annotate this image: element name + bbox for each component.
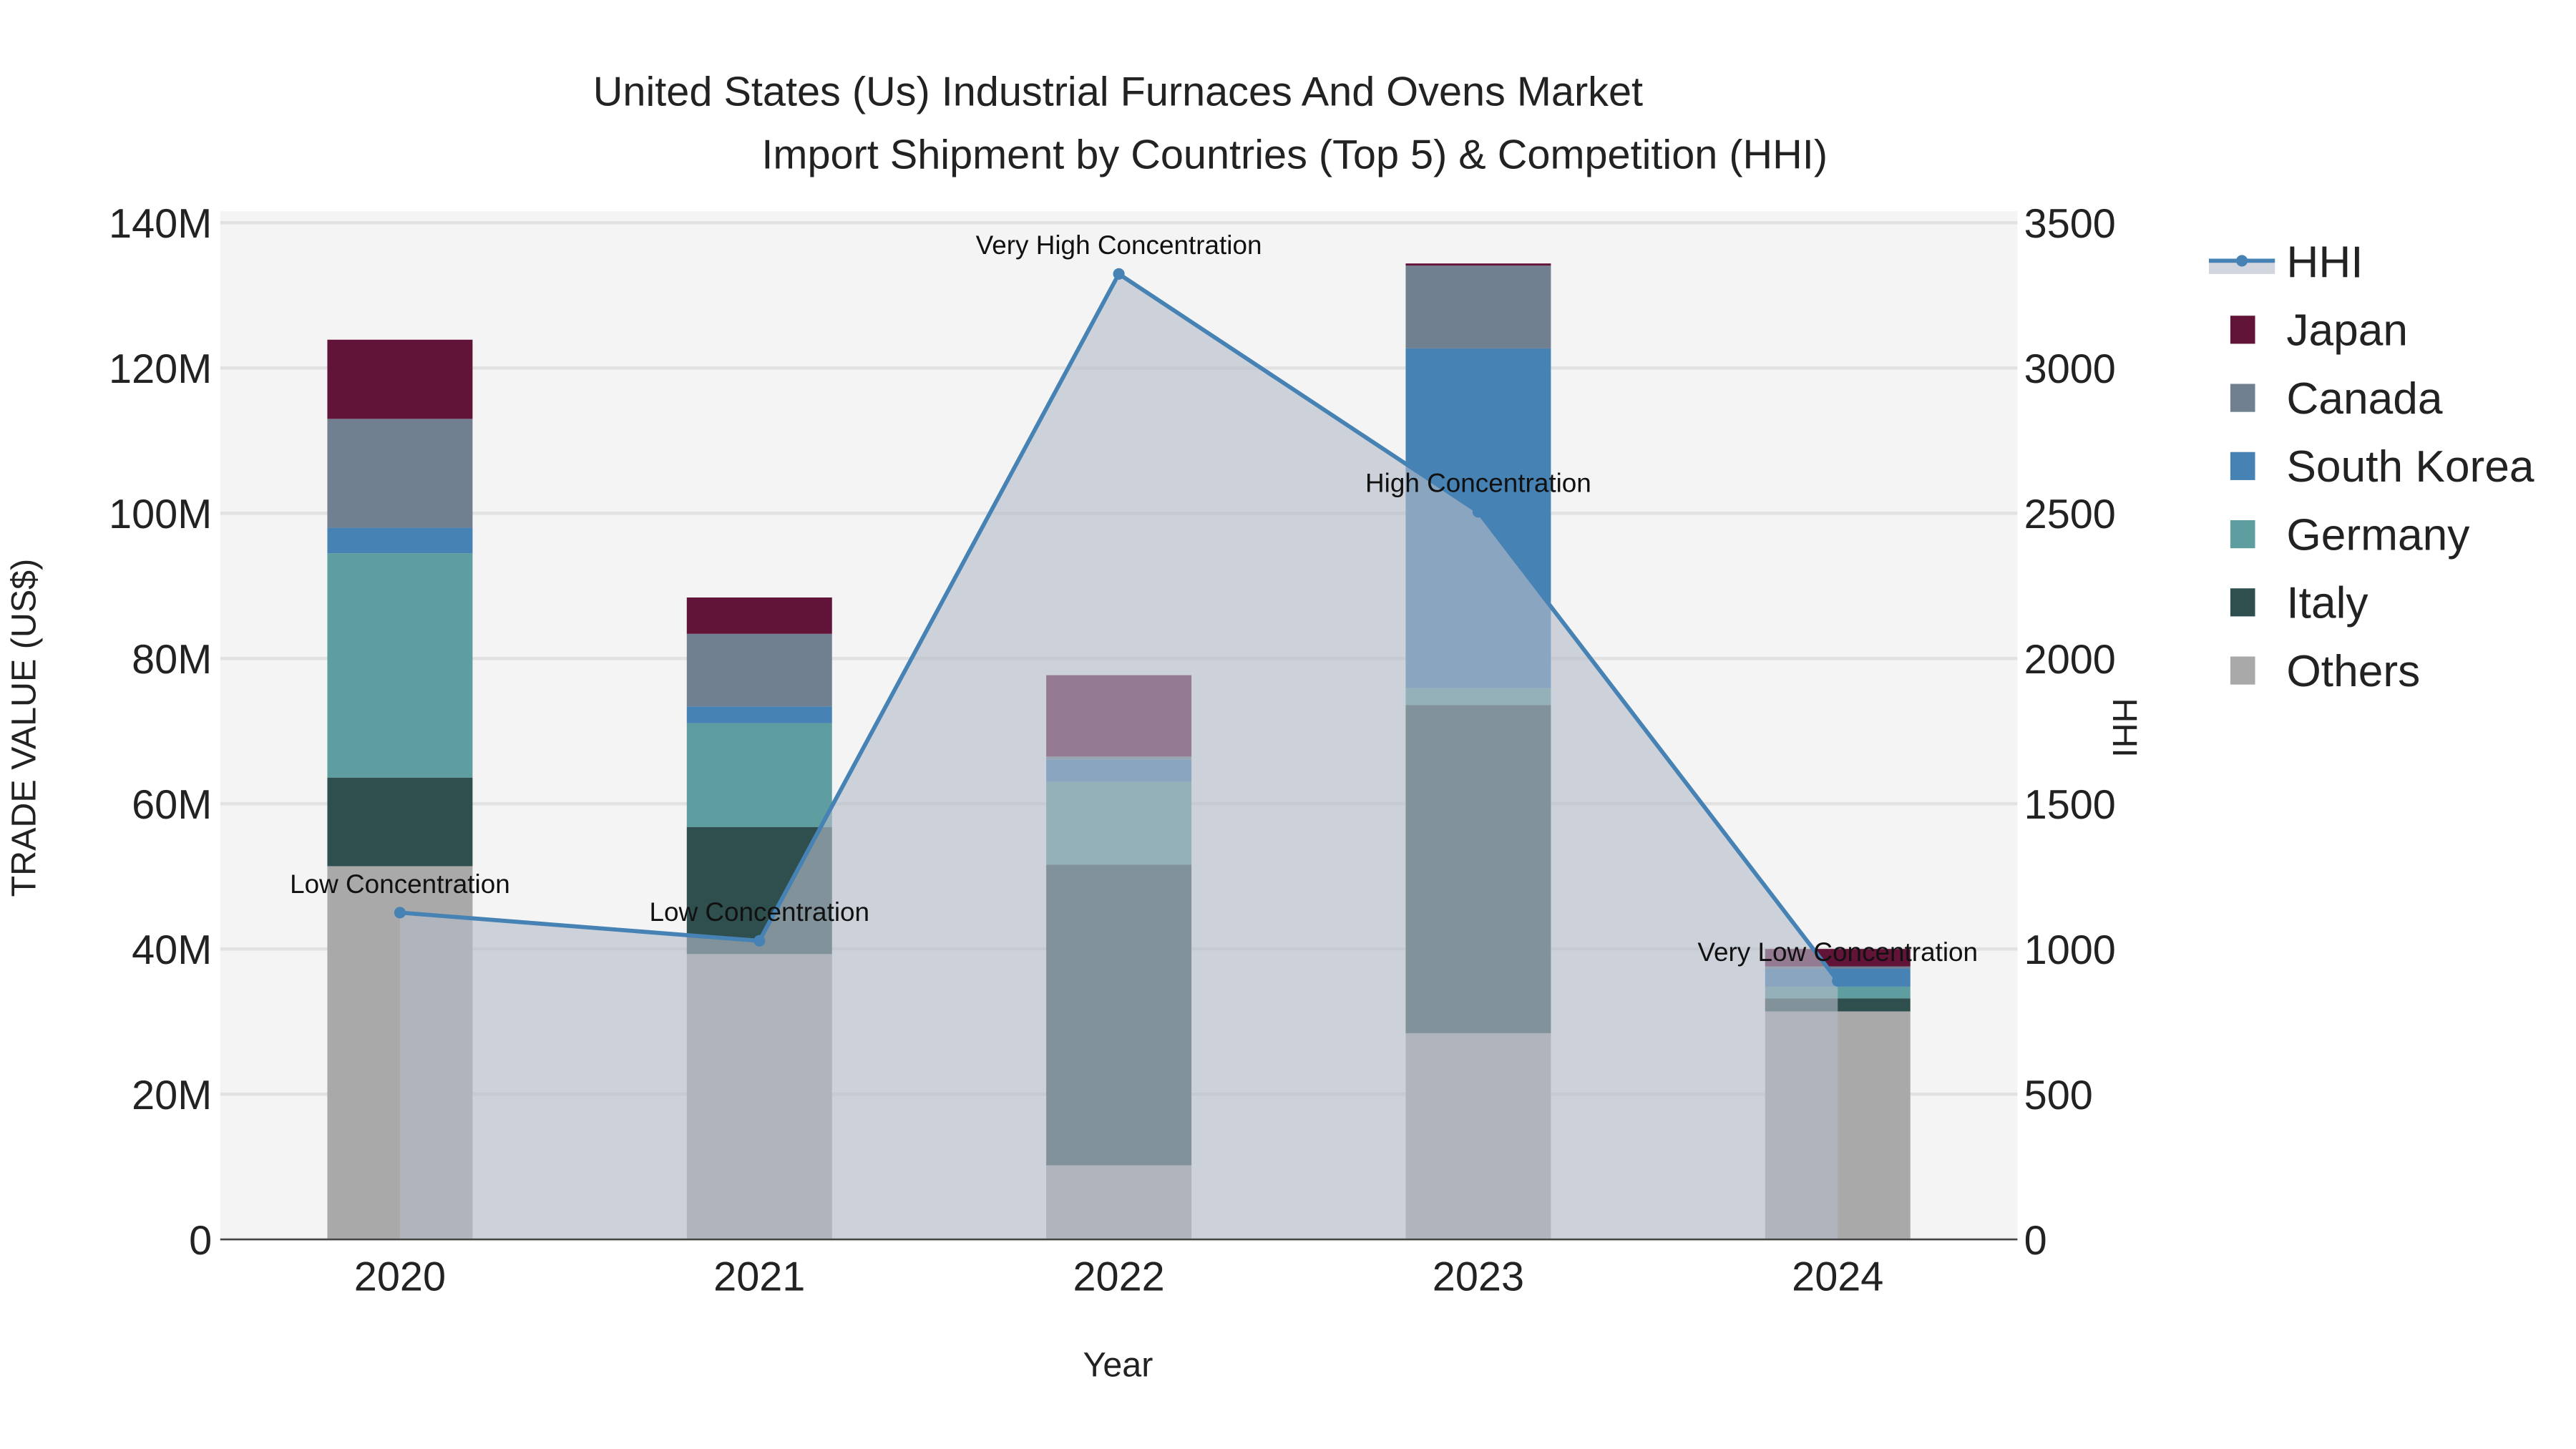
legend-label: Japan (2286, 306, 2408, 356)
legend-label: Others (2286, 647, 2420, 696)
y2-tick-label: 500 (2024, 1073, 2093, 1118)
x-tick-label: 2021 (713, 1254, 805, 1300)
x-tick-label: 2022 (1073, 1254, 1164, 1300)
hhi-annotation: Very High Concentration (976, 230, 1262, 260)
hhi-annotation: Low Concentration (290, 869, 510, 899)
bar-japan-2023 (1405, 263, 1551, 266)
legend-hhi-marker (2236, 255, 2248, 267)
y-tick-label: 120M (109, 346, 212, 392)
y2-tick-label: 3000 (2024, 346, 2116, 392)
hhi-annotation: High Concentration (1365, 469, 1591, 498)
y2-tick-label: 3500 (2024, 201, 2116, 247)
legend-swatch-germany (2230, 519, 2255, 549)
hhi-point-2024 (1832, 975, 1844, 987)
legend-swatch-japan (2230, 316, 2255, 344)
x-axis-title: Year (1083, 1346, 1153, 1385)
bar-germany-2020 (327, 553, 473, 778)
chart-title-line2: Import Shipment by Countries (Top 5) & C… (761, 132, 1828, 177)
y-tick-label: 60M (132, 782, 212, 828)
hhi-point-2020 (394, 907, 406, 919)
y2-tick-label: 2000 (2024, 637, 2116, 683)
y-tick-label: 20M (132, 1073, 212, 1118)
y-tick-label: 140M (109, 201, 212, 247)
legend-swatch-canada (2230, 384, 2255, 412)
bar-south-korea-2020 (327, 527, 473, 554)
y-axis-title: TRADE VALUE (US$) (4, 559, 43, 897)
y2-tick-label: 0 (2024, 1218, 2047, 1264)
legend-label: Canada (2286, 374, 2442, 424)
x-tick-label: 2020 (354, 1254, 446, 1300)
legend-label: South Korea (2286, 442, 2534, 492)
y-tick-label: 100M (109, 492, 212, 537)
bar-japan-2021 (686, 597, 832, 634)
bar-italy-2020 (327, 777, 473, 867)
hhi-annotation: Low Concentration (649, 897, 869, 927)
y-tick-label: 40M (132, 927, 212, 973)
x-tick-label: 2023 (1433, 1254, 1524, 1300)
legend-swatch-south-korea (2230, 452, 2255, 480)
hhi-annotation: Very Low Concentration (1697, 937, 1978, 967)
y-tick-label: 0 (189, 1218, 212, 1264)
hhi-point-2023 (1472, 506, 1484, 518)
legend-label: HHI (2286, 238, 2363, 287)
x-tick-label: 2024 (1792, 1254, 1883, 1300)
legend-label: Italy (2286, 579, 2368, 628)
y2-tick-label: 2500 (2024, 492, 2116, 537)
chart-title-line1: United States (Us) Industrial Furnaces A… (593, 69, 1643, 115)
legend-swatch-italy (2230, 588, 2255, 617)
chart: Low Concentration Low Concentration Very H… (1, 0, 2575, 1449)
bar-canada-2021 (686, 633, 832, 707)
bar-canada-2023 (1405, 265, 1551, 348)
bar-japan-2020 (327, 339, 473, 419)
bar-south-korea-2021 (686, 706, 832, 723)
y-tick-label: 80M (132, 637, 212, 683)
y2-tick-label: 1500 (2024, 782, 2116, 828)
bar-germany-2021 (686, 723, 832, 827)
hhi-point-2021 (753, 935, 766, 947)
hhi-point-2022 (1113, 268, 1125, 280)
y2-tick-label: 1000 (2024, 927, 2116, 973)
legend-swatch-others (2230, 656, 2255, 685)
legend-label: Germany (2286, 510, 2470, 560)
y2-axis-title: HHI (2105, 698, 2144, 757)
bar-canada-2020 (327, 419, 473, 528)
